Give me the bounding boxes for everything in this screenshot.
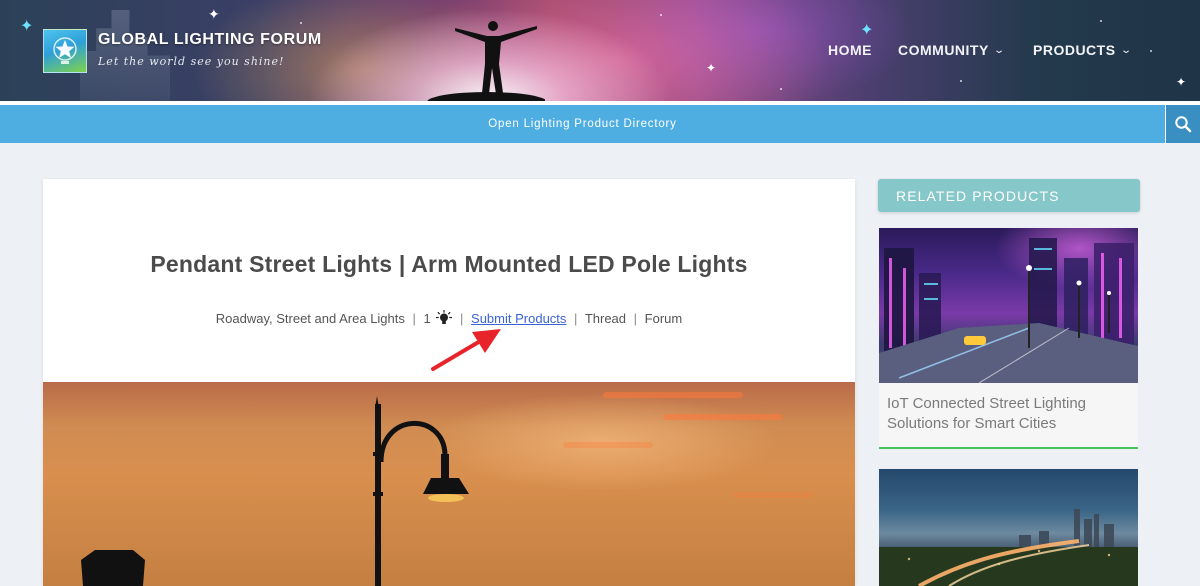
site-title[interactable]: GLOBAL LIGHTING FORUM	[98, 31, 322, 49]
related-product-card[interactable]: IoT Connected Street Lighting Solutions …	[879, 228, 1138, 449]
chevron-down-icon: ⌄	[1119, 44, 1133, 56]
site-header: ✦ ✦ ✦ ✦ ✦ GLOBAL LIGHTING FORUM Let the …	[0, 0, 1200, 101]
category-link[interactable]: Roadway, Street and Area Lights	[216, 311, 405, 326]
meta-separator: |	[412, 311, 416, 326]
site-tagline: Let the world see you shine!	[98, 55, 285, 68]
sparkle-icon: ✦	[20, 16, 34, 35]
article-card: Pendant Street Lights | Arm Mounted LED …	[43, 179, 855, 586]
nav-products[interactable]: PRODUCTS ⌄	[1033, 40, 1133, 60]
thread-link[interactable]: Thread	[585, 311, 626, 326]
sparkle-icon: ✦	[208, 7, 220, 23]
product-image-smart-city[interactable]	[879, 228, 1138, 383]
product-image-city-highway[interactable]	[879, 469, 1138, 586]
star-dot	[960, 80, 962, 82]
sparkle-icon: ✦	[860, 20, 874, 39]
nav-community[interactable]: COMMUNITY ⌄	[898, 40, 1006, 60]
star-dot	[660, 14, 662, 16]
chevron-down-icon: ⌄	[993, 44, 1006, 56]
person-silhouette-graphic	[427, 21, 545, 101]
hero-image-street-lamp	[43, 382, 855, 586]
nav-community-label: COMMUNITY	[898, 42, 989, 58]
star-dot	[1150, 50, 1152, 52]
star-dot	[1100, 20, 1102, 22]
directory-link[interactable]: Open Lighting Product Directory	[488, 118, 676, 130]
sparkle-icon: ✦	[706, 61, 717, 75]
directory-bar: Open Lighting Product Directory	[0, 105, 1165, 143]
star-logo-icon	[53, 37, 77, 64]
search-icon	[1175, 116, 1192, 133]
related-product-card[interactable]	[879, 469, 1138, 586]
sparkle-icon: ✦	[1176, 75, 1187, 89]
search-button[interactable]	[1165, 105, 1200, 143]
red-arrow-icon	[431, 329, 501, 371]
meta-separator: |	[633, 311, 638, 326]
meta-separator: |	[574, 311, 578, 326]
site-logo[interactable]	[43, 29, 87, 73]
page-title: Pendant Street Lights | Arm Mounted LED …	[150, 251, 748, 277]
nav-products-label: PRODUCTS	[1033, 42, 1116, 58]
nav-home[interactable]: HOME	[828, 40, 872, 60]
star-dot	[780, 88, 782, 90]
forum-link[interactable]: Forum	[645, 311, 683, 326]
related-products-heading: RELATED PRODUCTS	[878, 179, 1140, 212]
related-product-title[interactable]: IoT Connected Street Lighting Solutions …	[887, 394, 1127, 434]
star-dot	[300, 22, 302, 24]
nav-home-label: HOME	[828, 42, 872, 58]
